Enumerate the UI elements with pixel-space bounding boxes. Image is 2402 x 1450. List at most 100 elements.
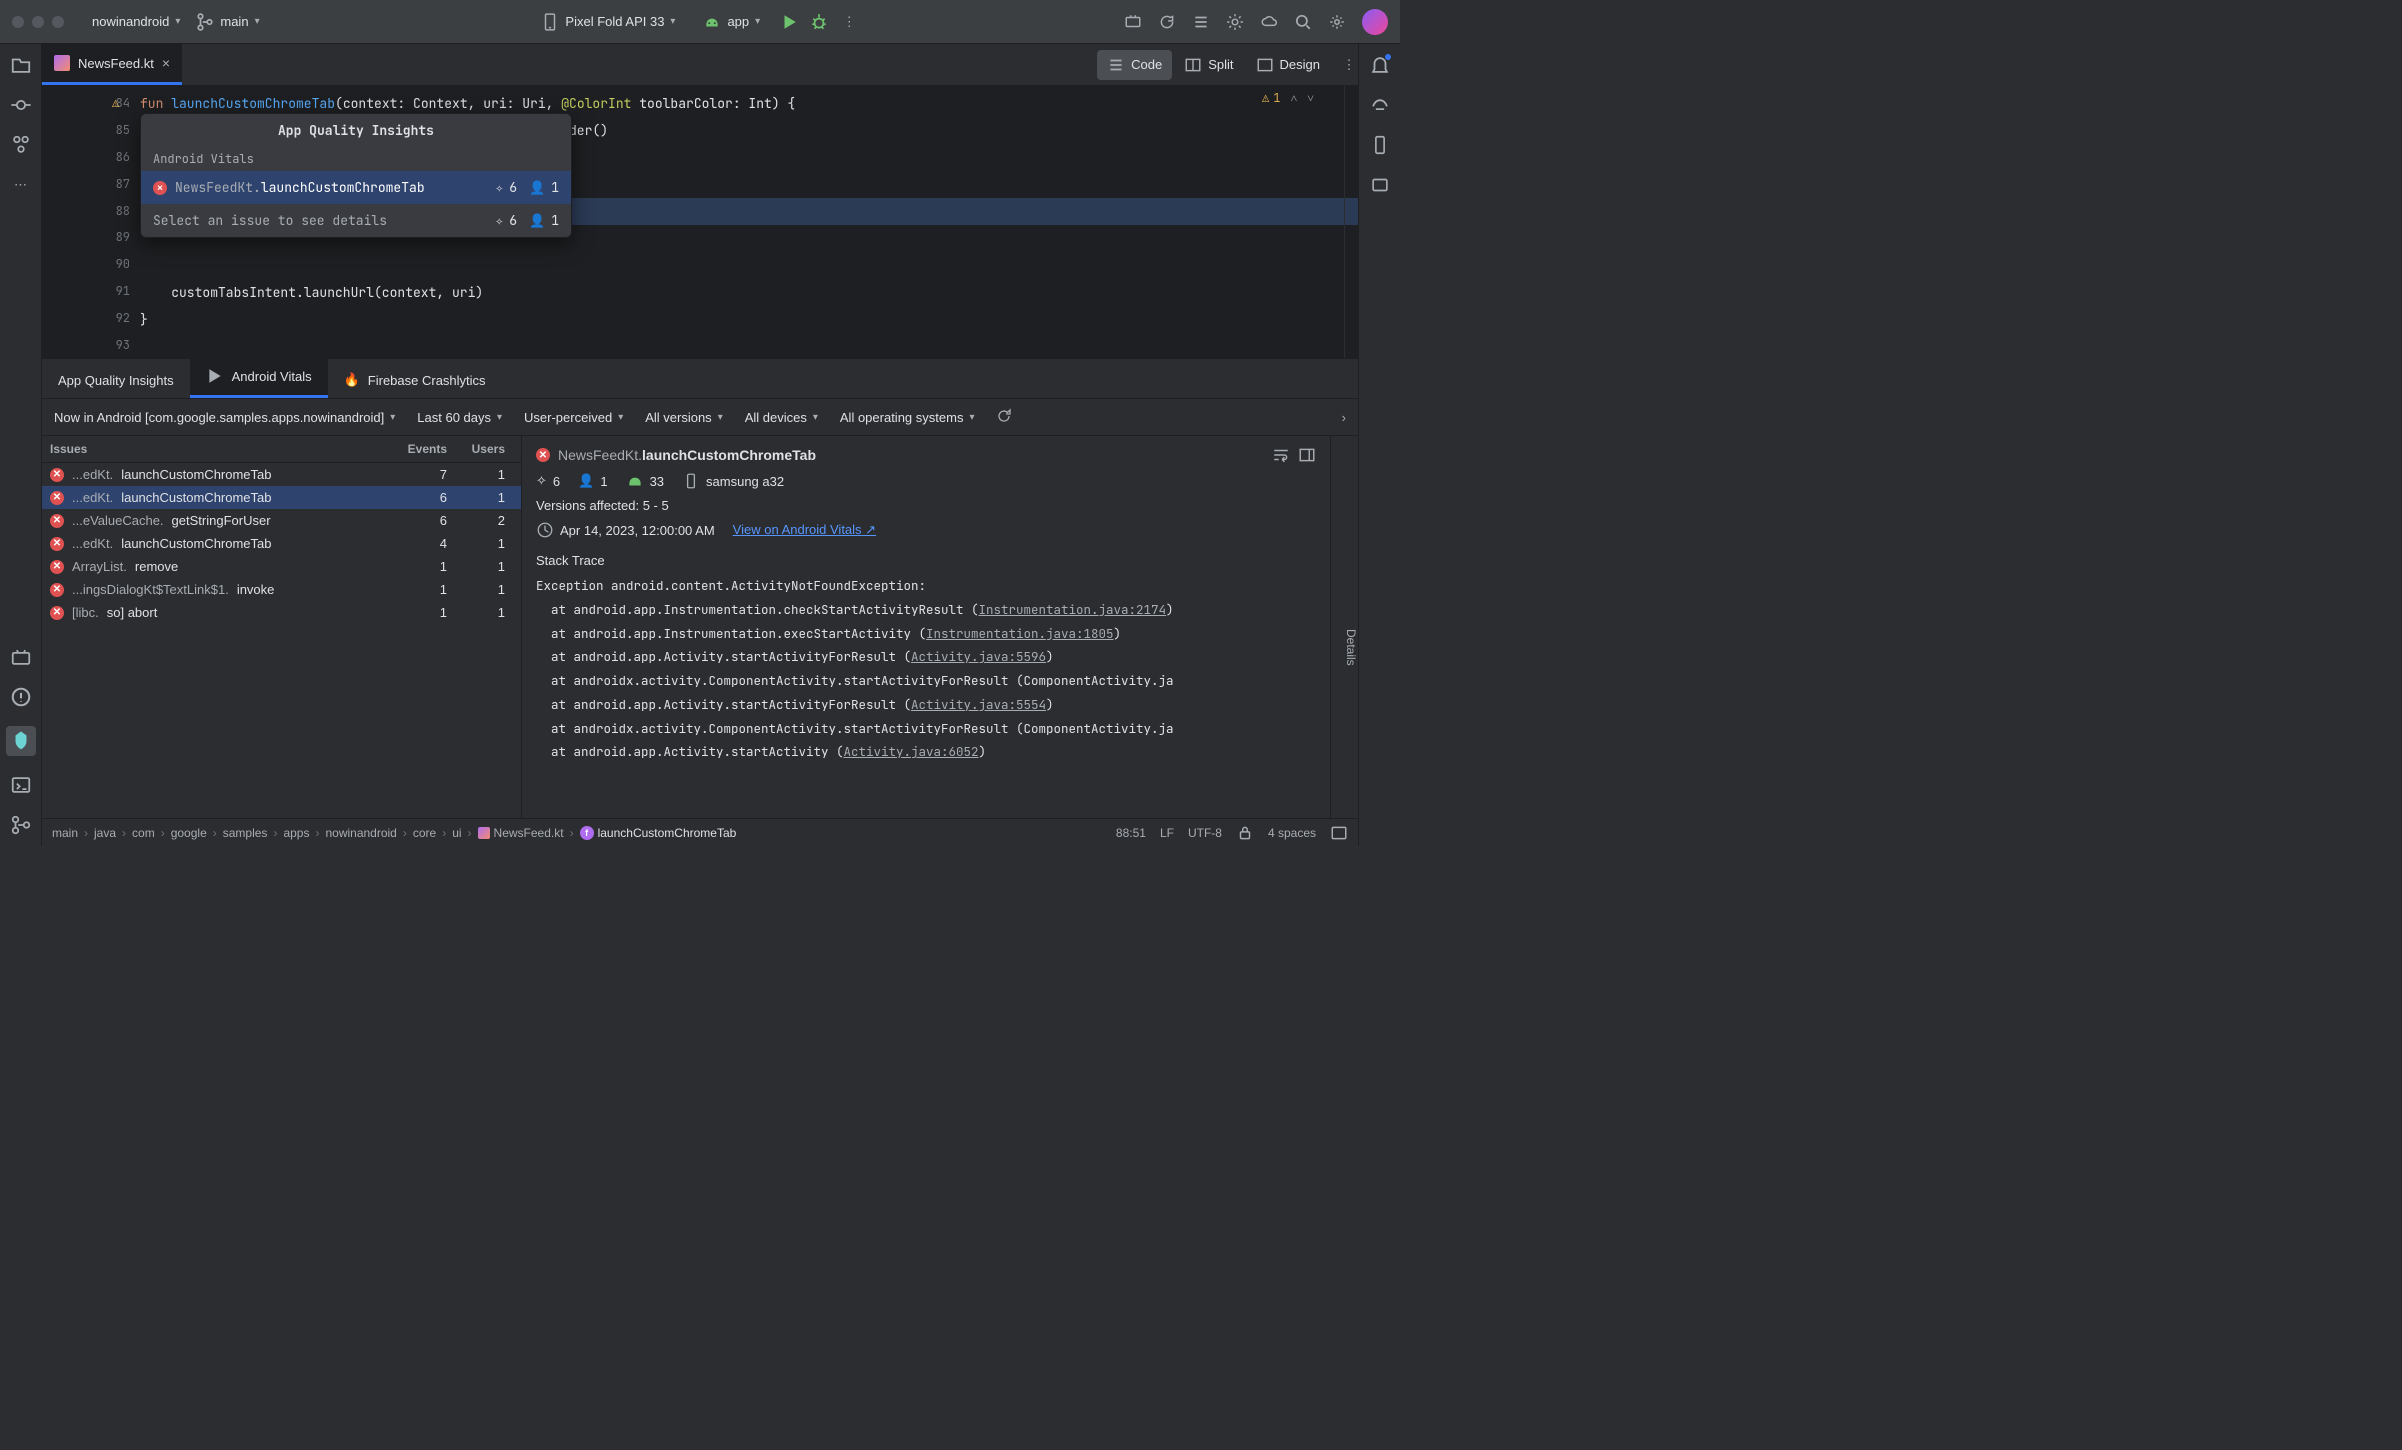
notifications-icon[interactable] <box>1369 54 1391 76</box>
code-editor[interactable]: 84⚠ 85 86 87 88 89 90 91 92 93 fun launc… <box>42 86 1358 358</box>
readonly-icon[interactable] <box>1236 824 1254 842</box>
app-quality-tool-icon[interactable] <box>6 726 36 756</box>
run-button[interactable] <box>780 13 798 31</box>
breadcrumb-item[interactable]: java <box>94 826 116 840</box>
tab-app-quality[interactable]: App Quality Insights <box>42 363 190 398</box>
settings-icon[interactable] <box>1328 13 1346 31</box>
breadcrumb-item[interactable]: ui <box>452 826 461 840</box>
layout-icon[interactable] <box>1298 446 1316 464</box>
next-highlight-icon[interactable]: ˅ <box>1307 90 1314 106</box>
cloud-icon[interactable] <box>1260 13 1278 31</box>
details-panel: ✕ NewsFeedKt.launchCustomChromeTab ✧6 👤1… <box>522 436 1358 818</box>
commit-tool-icon[interactable] <box>10 94 32 116</box>
versions-filter[interactable]: All versions▾ <box>645 410 723 425</box>
gradle-tool-icon[interactable] <box>1369 94 1391 116</box>
tray-icon[interactable] <box>1330 824 1348 842</box>
source-link[interactable]: Activity.java:5596 <box>911 648 1046 665</box>
prev-highlight-icon[interactable]: ˄ <box>1290 90 1297 106</box>
source-link[interactable]: Instrumentation.java:1805 <box>926 625 1114 642</box>
breadcrumb-item[interactable]: apps <box>283 826 309 840</box>
perceived-filter[interactable]: User-perceived▾ <box>524 410 623 425</box>
line-sep[interactable]: LF <box>1160 826 1174 840</box>
source-link[interactable]: Activity.java:5554 <box>911 696 1046 713</box>
time-filter[interactable]: Last 60 days▾ <box>417 410 502 425</box>
breadcrumb-item[interactable]: core <box>413 826 436 840</box>
run-config-selector[interactable]: app ▾ <box>695 9 768 35</box>
encoding[interactable]: UTF-8 <box>1188 826 1222 840</box>
warning-gutter-icon[interactable]: ⚠ <box>112 95 119 111</box>
breadcrumb-item[interactable]: google <box>171 826 207 840</box>
problems-tool-icon[interactable] <box>10 686 32 708</box>
sync-icon[interactable] <box>1158 13 1176 31</box>
code-with-me-icon[interactable] <box>1124 13 1142 31</box>
zoom-window[interactable] <box>52 16 64 28</box>
issue-row[interactable]: ✕...edKt.launchCustomChromeTab 71 <box>42 463 521 486</box>
popup-issue-row[interactable]: ✕ NewsFeedKt.launchCustomChromeTab ✧6 👤1 <box>141 171 571 204</box>
os-filter[interactable]: All operating systems▾ <box>840 410 975 425</box>
close-window[interactable] <box>12 16 24 28</box>
close-tab-icon[interactable]: × <box>162 55 170 71</box>
gear-icon[interactable] <box>1226 13 1244 31</box>
issue-row[interactable]: ✕ArrayList.remove 11 <box>42 555 521 578</box>
view-on-vitals-link[interactable]: View on Android Vitals ↗ <box>733 522 876 538</box>
issue-row[interactable]: ✕[libc.so] abort 11 <box>42 601 521 624</box>
logcat-tool-icon[interactable] <box>10 646 32 668</box>
list-icon[interactable] <box>1192 13 1210 31</box>
code-view-button[interactable]: Code <box>1097 50 1172 80</box>
wrap-icon[interactable] <box>1272 446 1290 464</box>
breadcrumb-item[interactable]: samples <box>223 826 268 840</box>
insights-popup: App Quality Insights Android Vitals ✕ Ne… <box>140 113 572 238</box>
branch-name: main <box>220 14 248 29</box>
issue-row[interactable]: ✕...edKt.launchCustomChromeTab 61 <box>42 486 521 509</box>
breadcrumb-file[interactable]: NewsFeed.kt <box>478 826 564 840</box>
branch-selector[interactable]: main ▾ <box>188 9 267 35</box>
code-area[interactable]: fun launchCustomChromeTab(context: Conte… <box>140 86 1358 358</box>
device-manager-icon[interactable] <box>1369 134 1391 156</box>
inspection-indicators[interactable]: ⚠1 ˄ ˅ <box>1262 90 1314 106</box>
tab-crashlytics[interactable]: 🔥 Firebase Crashlytics <box>328 362 502 398</box>
issue-row[interactable]: ✕...eValueCache.getStringForUser 62 <box>42 509 521 532</box>
vcs-tool-icon[interactable] <box>10 814 32 836</box>
emulator-tool-icon[interactable] <box>1369 174 1391 196</box>
search-icon[interactable] <box>1294 13 1312 31</box>
stack-trace[interactable]: Exception android.content.ActivityNotFou… <box>536 574 1316 764</box>
file-tab[interactable]: NewsFeed.kt × <box>42 44 182 85</box>
run-config-name: app <box>727 14 749 29</box>
device-selector[interactable]: Pixel Fold API 33 ▾ <box>533 9 683 35</box>
more-actions-icon[interactable]: ⋮ <box>840 13 858 31</box>
tool-body: Issues Events Users ✕...edKt.launchCusto… <box>42 436 1358 818</box>
terminal-tool-icon[interactable] <box>10 774 32 796</box>
project-tool-icon[interactable] <box>10 54 32 76</box>
design-view-button[interactable]: Design <box>1246 50 1330 80</box>
breadcrumb-function[interactable]: flaunchCustomChromeTab <box>580 826 737 840</box>
devices-filter[interactable]: All devices▾ <box>745 410 818 425</box>
issue-row[interactable]: ✕...edKt.launchCustomChromeTab 41 <box>42 532 521 555</box>
app-filter[interactable]: Now in Android [com.google.samples.apps.… <box>54 410 395 425</box>
tab-options-icon[interactable]: ⋮ <box>1340 56 1358 74</box>
scroll-right-icon[interactable]: › <box>1342 410 1346 425</box>
structure-tool-icon[interactable] <box>10 134 32 156</box>
breadcrumb-item[interactable]: main <box>52 826 78 840</box>
source-link[interactable]: Instrumentation.java:2174 <box>979 601 1167 618</box>
indent[interactable]: 4 spaces <box>1268 826 1316 840</box>
popup-hint-row[interactable]: Select an issue to see details ✧6 👤1 <box>141 204 571 237</box>
source-link[interactable]: Activity.java:6052 <box>844 743 979 760</box>
issue-row[interactable]: ✕...ingsDialogKt$TextLink$1.invoke 11 <box>42 578 521 601</box>
details-side-tab[interactable]: Details <box>1330 436 1358 818</box>
tab-android-vitals[interactable]: Android Vitals <box>190 357 328 398</box>
breadcrumb-item[interactable]: nowinandroid <box>325 826 396 840</box>
caret-pos[interactable]: 88:51 <box>1116 826 1146 840</box>
overview-ruler[interactable] <box>1344 86 1358 358</box>
minimize-window[interactable] <box>32 16 44 28</box>
split-view-button[interactable]: Split <box>1174 50 1243 80</box>
more-tool-icon[interactable]: ⋯ <box>10 174 32 196</box>
user-avatar[interactable] <box>1362 9 1388 35</box>
debug-button[interactable] <box>810 13 828 31</box>
refresh-icon[interactable] <box>996 408 1012 427</box>
breadcrumb-item[interactable]: com <box>132 826 155 840</box>
error-icon: ✕ <box>50 560 64 574</box>
list-icon <box>1107 56 1125 74</box>
kotlin-file-icon <box>478 827 490 839</box>
phone-icon <box>682 472 700 490</box>
project-selector[interactable]: nowinandroid ▾ <box>84 10 188 33</box>
